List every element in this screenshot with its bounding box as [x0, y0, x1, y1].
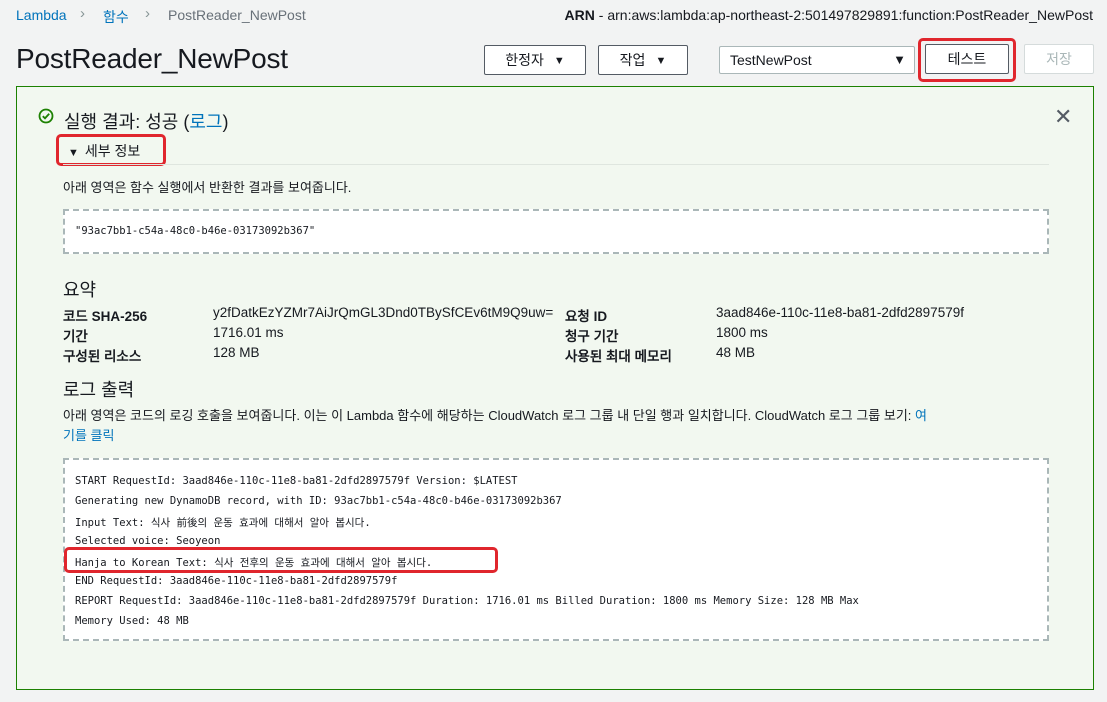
- summary-value: 1716.01 ms: [213, 325, 284, 340]
- highlight-test-button: [918, 38, 1016, 82]
- result-title: 실행 결과: 성공 (로그): [64, 108, 228, 134]
- result-title-suffix: ): [222, 112, 229, 132]
- summary-key: 코드 SHA-256: [63, 309, 148, 324]
- log-link[interactable]: 로그: [189, 112, 222, 132]
- summary-value: 48 MB: [716, 345, 756, 360]
- result-description: 아래 영역은 함수 실행에서 반환한 결과를 보여줍니다.: [63, 180, 352, 195]
- log-line: Input Text: 식사 前後의 운동 효과에 대해서 알아 봅시다.: [75, 517, 371, 529]
- summary-value: 128 MB: [213, 345, 260, 360]
- test-event-select[interactable]: TestNewPost ▼: [719, 46, 915, 74]
- close-icon[interactable]: ✕: [1054, 104, 1072, 130]
- log-line: END RequestId: 3aad846e-110c-11e8-ba81-2…: [75, 575, 398, 587]
- log-line: Selected voice: Seoyeon: [75, 535, 221, 547]
- execution-result-panel: 실행 결과: 성공 (로그) ✕ ▼ 세부 정보 아래 영역은 함수 실행에서 반…: [16, 86, 1094, 690]
- caret-down-icon: ▼: [893, 52, 906, 67]
- success-check-icon: [38, 108, 54, 124]
- summary-key: 구성된 리소스: [63, 349, 142, 364]
- page-title: PostReader_NewPost: [16, 43, 288, 74]
- top-bar: Lambda › 함수 › PostReader_NewPost ARN - a…: [0, 0, 1107, 32]
- summary-value: y2fDatkEzYZMr7AiJrQmGL3Dnd0TBySfCEv6tM9Q…: [213, 305, 554, 320]
- actions-dropdown[interactable]: 작업 ▼: [598, 45, 688, 75]
- divider: [63, 164, 1049, 165]
- summary-key: 청구 기간: [565, 329, 619, 344]
- summary-key: 요청 ID: [565, 309, 608, 324]
- cloudwatch-link[interactable]: 여: [915, 408, 927, 423]
- log-description-text: 아래 영역은 코드의 로깅 호출을 보여줍니다. 이는 이 Lambda 함수에…: [63, 408, 916, 423]
- result-title-prefix: 실행 결과: 성공 (: [64, 112, 190, 132]
- log-line: REPORT RequestId: 3aad846e-110c-11e8-ba8…: [75, 595, 859, 607]
- highlight-hanja-line: [64, 547, 498, 573]
- summary-value: 3aad846e-110c-11e8-ba81-2dfd2897579f: [716, 305, 964, 320]
- log-output-description: 아래 영역은 코드의 로깅 호출을 보여줍니다. 이는 이 Lambda 함수에…: [63, 405, 927, 424]
- caret-down-icon: ▼: [553, 55, 565, 67]
- highlight-details: [56, 134, 166, 166]
- return-value-box: "93ac7bb1-c54a-48c0-b46e-03173092b367": [63, 209, 1049, 254]
- actions-label: 작업: [619, 52, 646, 68]
- caret-down-icon: ▼: [655, 55, 667, 67]
- function-arn: ARN - arn:aws:lambda:ap-northeast-2:5014…: [564, 7, 1093, 23]
- qualifier-dropdown[interactable]: 한정자 ▼: [484, 45, 586, 75]
- qualifier-label: 한정자: [505, 52, 544, 68]
- log-line: START RequestId: 3aad846e-110c-11e8-ba81…: [75, 475, 518, 487]
- breadcrumb-functions[interactable]: 함수: [103, 7, 129, 27]
- summary-value: 1800 ms: [716, 325, 768, 340]
- log-line: Memory Used: 48 MB: [75, 615, 189, 627]
- breadcrumb-current: PostReader_NewPost: [168, 7, 306, 23]
- summary-heading: 요약: [63, 280, 97, 300]
- summary-key: 기간: [63, 329, 88, 344]
- chevron-right-icon: ›: [145, 5, 150, 22]
- arn-label: ARN: [564, 7, 595, 23]
- save-button-label: 저장: [1046, 51, 1072, 67]
- save-button[interactable]: 저장: [1024, 44, 1094, 74]
- cloudwatch-link[interactable]: 기를 클릭: [63, 425, 114, 444]
- summary-key: 사용된 최대 메모리: [565, 349, 672, 364]
- log-line: Generating new DynamoDB record, with ID:…: [75, 495, 562, 507]
- return-value: "93ac7bb1-c54a-48c0-b46e-03173092b367": [75, 225, 316, 237]
- breadcrumb-lambda[interactable]: Lambda: [16, 7, 67, 23]
- arn-value: arn:aws:lambda:ap-northeast-2:5014978298…: [607, 7, 1093, 23]
- test-event-value: TestNewPost: [730, 52, 812, 68]
- chevron-right-icon: ›: [80, 5, 85, 22]
- log-output-heading: 로그 출력: [63, 380, 135, 400]
